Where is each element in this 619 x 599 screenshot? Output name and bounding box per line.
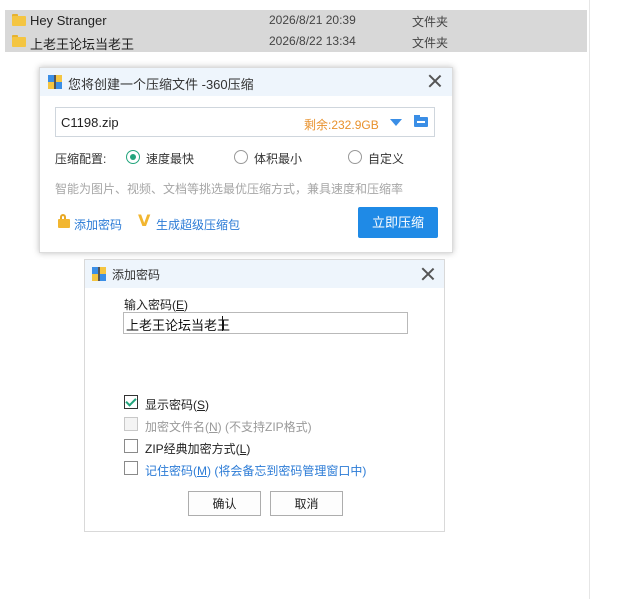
file-row[interactable]: 上老王论坛当老王 2026/8/22 13:34 文件夹 <box>5 31 587 52</box>
text-caret <box>222 316 223 331</box>
encrypt-filename-checkbox[interactable] <box>124 417 138 431</box>
free-space-label: 剩余:232.9GB <box>304 118 379 132</box>
password-dialog: 添加密码 输入密码(E) 上老王论坛当老王 显示密码(S) 加密文件名(N) (… <box>84 259 445 532</box>
file-name: Hey Stranger <box>30 13 107 28</box>
lock-icon <box>58 214 70 228</box>
remember-password-checkbox[interactable] <box>124 461 138 475</box>
compress-hint: 智能为图片、视频、文档等挑选最优压缩方式，兼具速度和压缩率 <box>55 182 404 196</box>
vip-icon: V <box>138 211 151 230</box>
config-label: 压缩配置: <box>55 152 107 166</box>
radio-custom[interactable] <box>348 150 362 164</box>
super-zip-link[interactable]: 生成超级压缩包 <box>156 216 240 233</box>
option-custom-label[interactable]: 自定义 <box>368 150 404 167</box>
folder-icon <box>12 35 26 47</box>
option-smallest-label[interactable]: 体积最小 <box>254 150 302 167</box>
archive-filename: C1198.zip <box>61 115 119 130</box>
password-value: 上老王论坛当老王 <box>126 318 231 333</box>
compress-dialog: 您将创建一个压缩文件 -360压缩 C1198.zip 剩余:232.9GB 压… <box>39 67 453 253</box>
folder-icon <box>12 14 26 26</box>
pane-divider <box>589 0 590 599</box>
show-password-checkbox[interactable] <box>124 395 138 409</box>
password-dialog-title: 添加密码 <box>112 268 161 282</box>
close-icon[interactable] <box>427 73 443 89</box>
zip-classic-checkbox[interactable] <box>124 439 138 453</box>
file-type: 文件夹 <box>412 15 449 29</box>
file-type: 文件夹 <box>412 36 449 50</box>
archive-filename-field[interactable]: C1198.zip 剩余:232.9GB <box>55 107 435 137</box>
file-row[interactable]: Hey Stranger 2026/8/21 20:39 文件夹 <box>5 10 587 31</box>
compress-dialog-title: 您将创建一个压缩文件 -360压缩 <box>68 77 254 92</box>
file-name: 上老王论坛当老王 <box>30 37 135 52</box>
compress-now-button[interactable]: 立即压缩 <box>358 207 438 238</box>
ok-button[interactable]: 确认 <box>188 491 261 516</box>
encrypt-filename-label[interactable]: 加密文件名(N) (不支持ZIP格式) <box>145 418 312 435</box>
option-fastest-label[interactable]: 速度最快 <box>146 150 194 167</box>
compress-dialog-titlebar: 您将创建一个压缩文件 -360压缩 <box>40 68 452 96</box>
password-input-label: 输入密码(E) <box>124 298 189 312</box>
password-dialog-titlebar: 添加密码 <box>85 260 444 288</box>
close-icon[interactable] <box>420 266 436 282</box>
radio-smallest[interactable] <box>234 150 248 164</box>
file-date: 2026/8/21 20:39 <box>269 13 356 27</box>
password-input[interactable]: 上老王论坛当老王 <box>123 312 408 334</box>
radio-fastest[interactable] <box>126 150 140 164</box>
add-password-link[interactable]: 添加密码 <box>74 216 122 233</box>
remember-password-label[interactable]: 记住密码(M) (将会备忘到密码管理窗口中) <box>145 462 366 479</box>
archive-app-icon <box>48 75 62 89</box>
archive-app-icon <box>92 267 106 281</box>
file-date: 2026/8/22 13:34 <box>269 34 356 48</box>
show-password-label[interactable]: 显示密码(S) <box>145 396 209 413</box>
chevron-down-icon[interactable] <box>390 119 402 126</box>
browse-folder-icon[interactable] <box>414 115 428 127</box>
zip-classic-label[interactable]: ZIP经典加密方式(L) <box>145 440 250 457</box>
cancel-button[interactable]: 取消 <box>270 491 343 516</box>
